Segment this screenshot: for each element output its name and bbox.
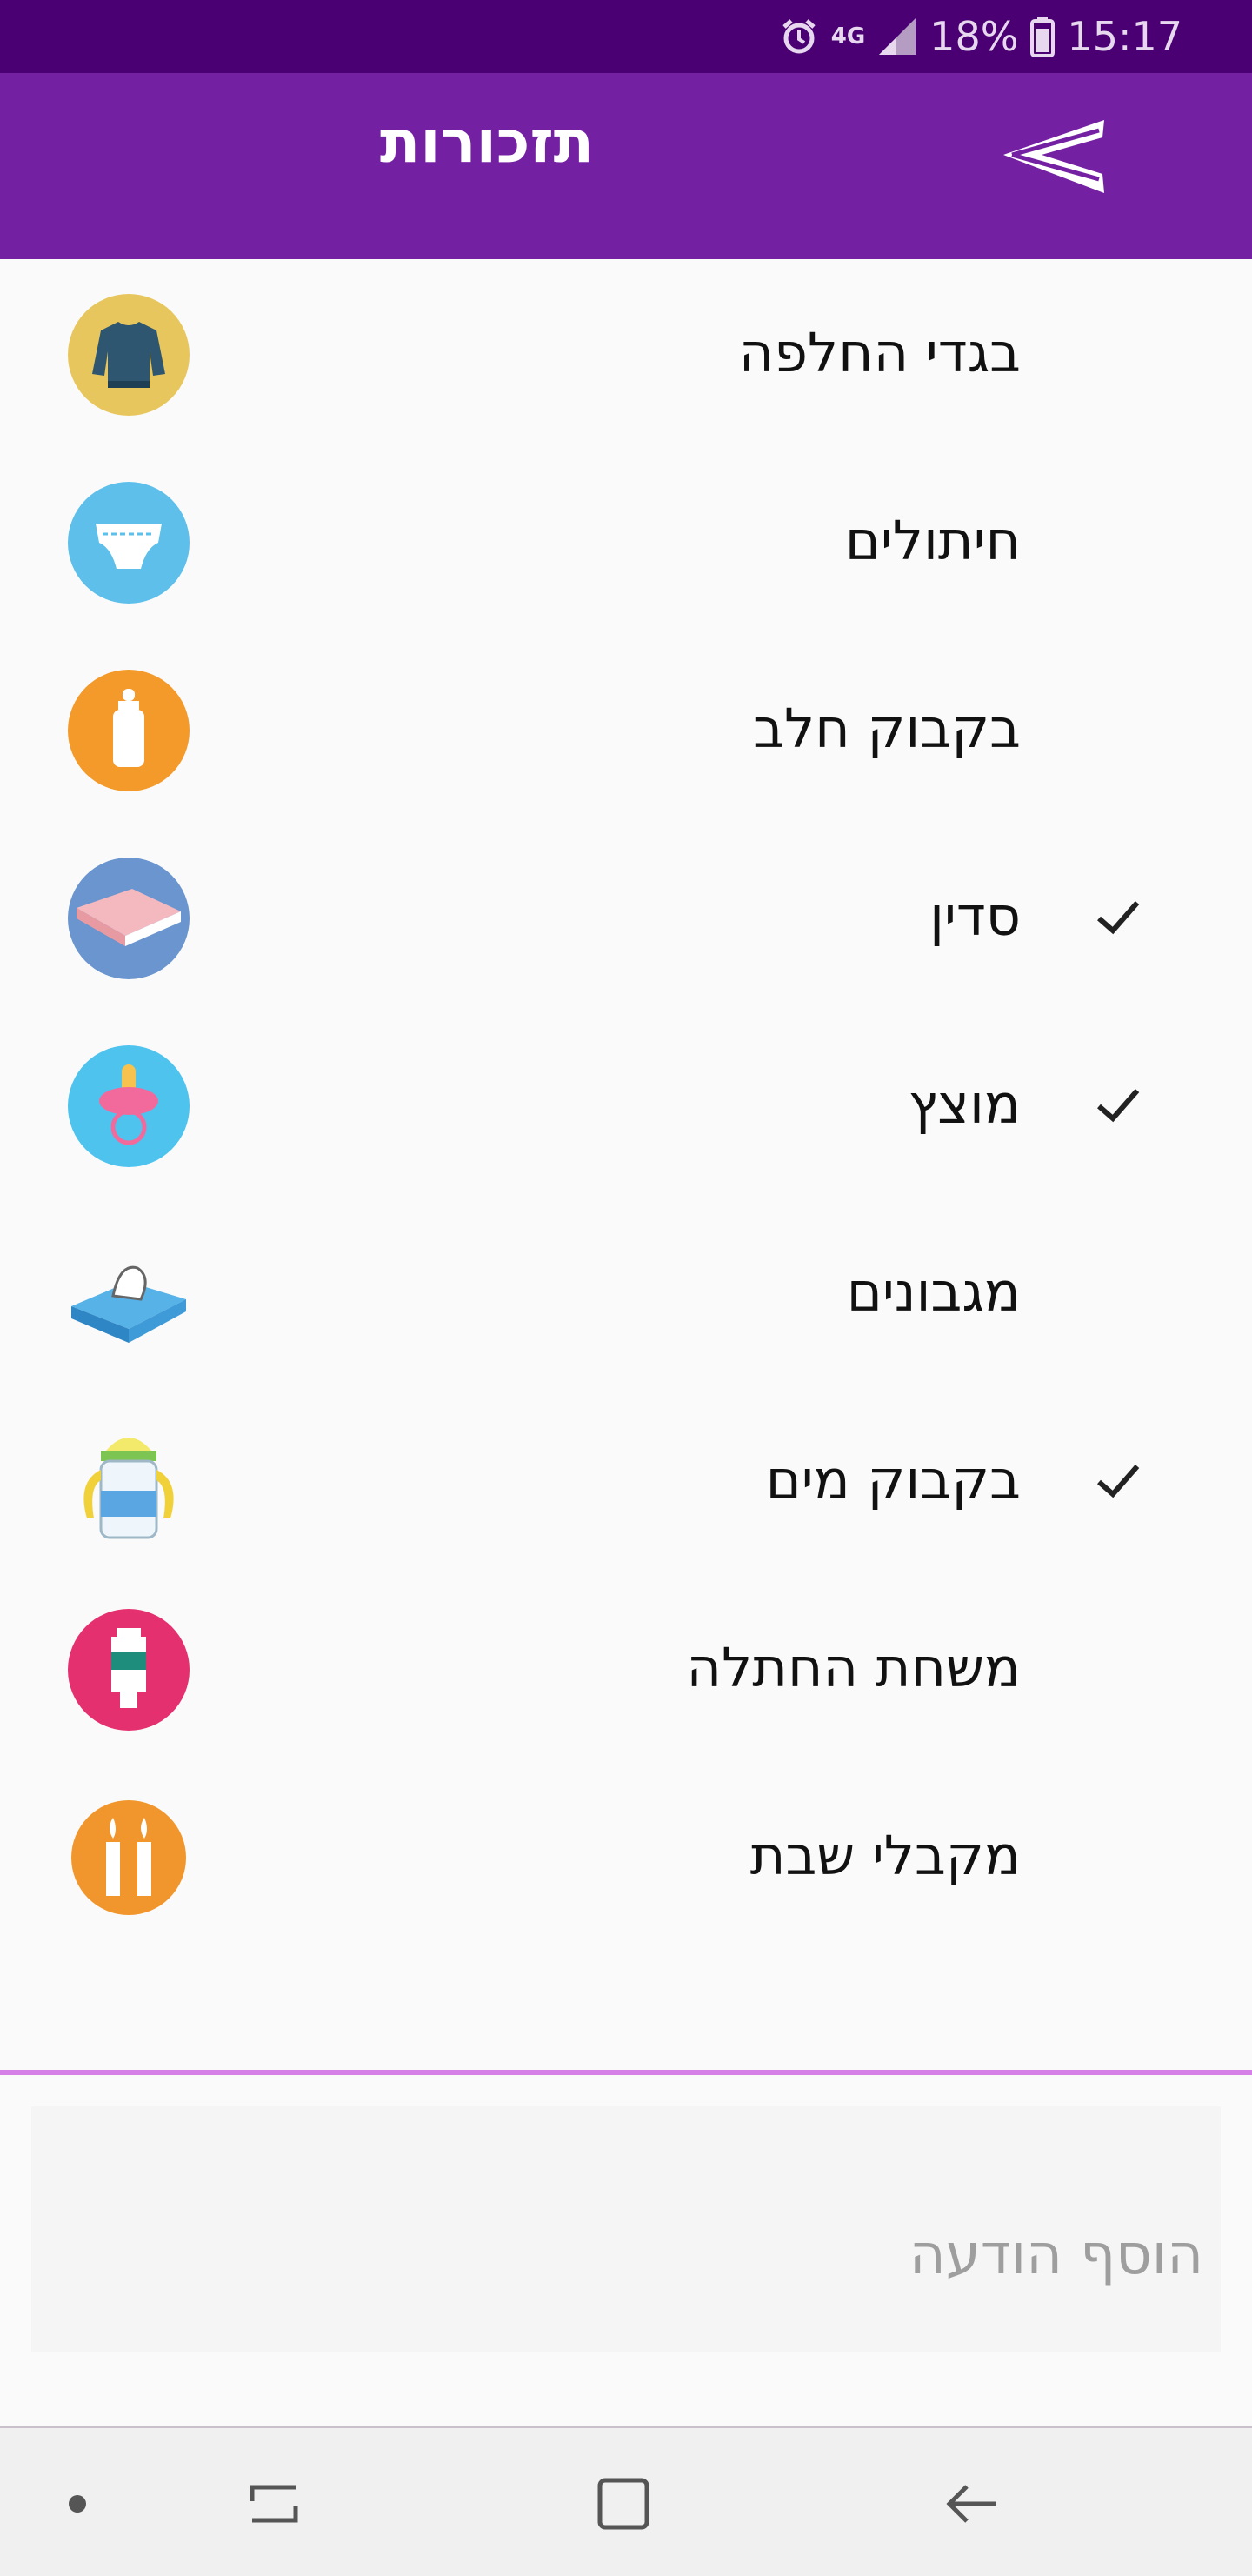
nav-dot-button[interactable] <box>38 2465 117 2543</box>
checkmark-icon <box>1097 901 1140 935</box>
home-button[interactable] <box>584 2465 663 2543</box>
checkmark-icon <box>1097 1089 1140 1123</box>
status-bar: 4G 18% 15:17 <box>0 0 1252 73</box>
battery-icon <box>1030 17 1056 57</box>
status-indicators: 4G 18% 15:17 <box>779 9 1182 64</box>
diaper-icon <box>68 482 190 604</box>
item-label: מקבלי שבת <box>749 1824 1021 1887</box>
list-item[interactable]: בקבוק חלב <box>0 635 1252 823</box>
message-input[interactable]: הוסף הודעה <box>31 2106 1221 2352</box>
divider <box>0 2070 1252 2075</box>
recent-apps-button[interactable] <box>235 2465 313 2543</box>
dot-icon <box>69 2495 86 2513</box>
checkmark-icon <box>1097 1465 1140 1498</box>
back-button[interactable] <box>934 2465 1012 2543</box>
list-item[interactable]: בקבוק מים <box>0 1386 1252 1574</box>
pacifier-icon <box>68 1045 190 1167</box>
item-label: מוצץ <box>908 1072 1021 1136</box>
item-label: חיתולים <box>844 509 1021 572</box>
item-label: מגבונים <box>846 1260 1021 1324</box>
page-title: תזכורות <box>379 108 595 177</box>
clock-time: 15:17 <box>1067 13 1182 60</box>
signal-icon <box>877 17 917 57</box>
item-label: בקבוק מים <box>765 1448 1021 1512</box>
cream-tube-icon <box>68 1609 190 1731</box>
sippy-cup-icon <box>68 1421 190 1543</box>
message-placeholder: הוסף הודעה <box>909 2223 1203 2287</box>
item-label: בגדי החלפה <box>738 321 1021 384</box>
network-type: 4G <box>830 23 866 50</box>
send-icon <box>1003 120 1104 193</box>
sweater-icon <box>68 294 190 416</box>
home-icon <box>597 2478 649 2530</box>
wipes-icon <box>68 1233 190 1355</box>
recent-apps-icon <box>250 2485 298 2523</box>
navigation-bar <box>0 2426 1252 2576</box>
app-bar: תזכורות <box>0 73 1252 259</box>
list-item[interactable]: מגבונים <box>0 1198 1252 1386</box>
list-item[interactable]: חיתולים <box>0 447 1252 635</box>
item-label: משחת החתלה <box>686 1636 1021 1699</box>
alarm-icon <box>779 17 819 57</box>
list-item[interactable]: סדין <box>0 823 1252 1011</box>
battery-level: 18% <box>929 13 1019 60</box>
sheet-icon <box>68 858 190 979</box>
share-button[interactable] <box>991 104 1113 209</box>
item-label: בקבוק חלב <box>753 697 1021 760</box>
list-item[interactable]: משחת החתלה <box>0 1574 1252 1762</box>
back-arrow-icon <box>946 2485 996 2523</box>
item-label: סדין <box>929 884 1021 948</box>
milk-bottle-icon <box>68 670 190 791</box>
list-item[interactable]: מוצץ <box>0 1011 1252 1198</box>
list-item[interactable]: בגדי החלפה <box>0 259 1252 447</box>
candles-icon <box>68 1797 190 1919</box>
list-item[interactable]: מקבלי שבת <box>0 1762 1252 1950</box>
